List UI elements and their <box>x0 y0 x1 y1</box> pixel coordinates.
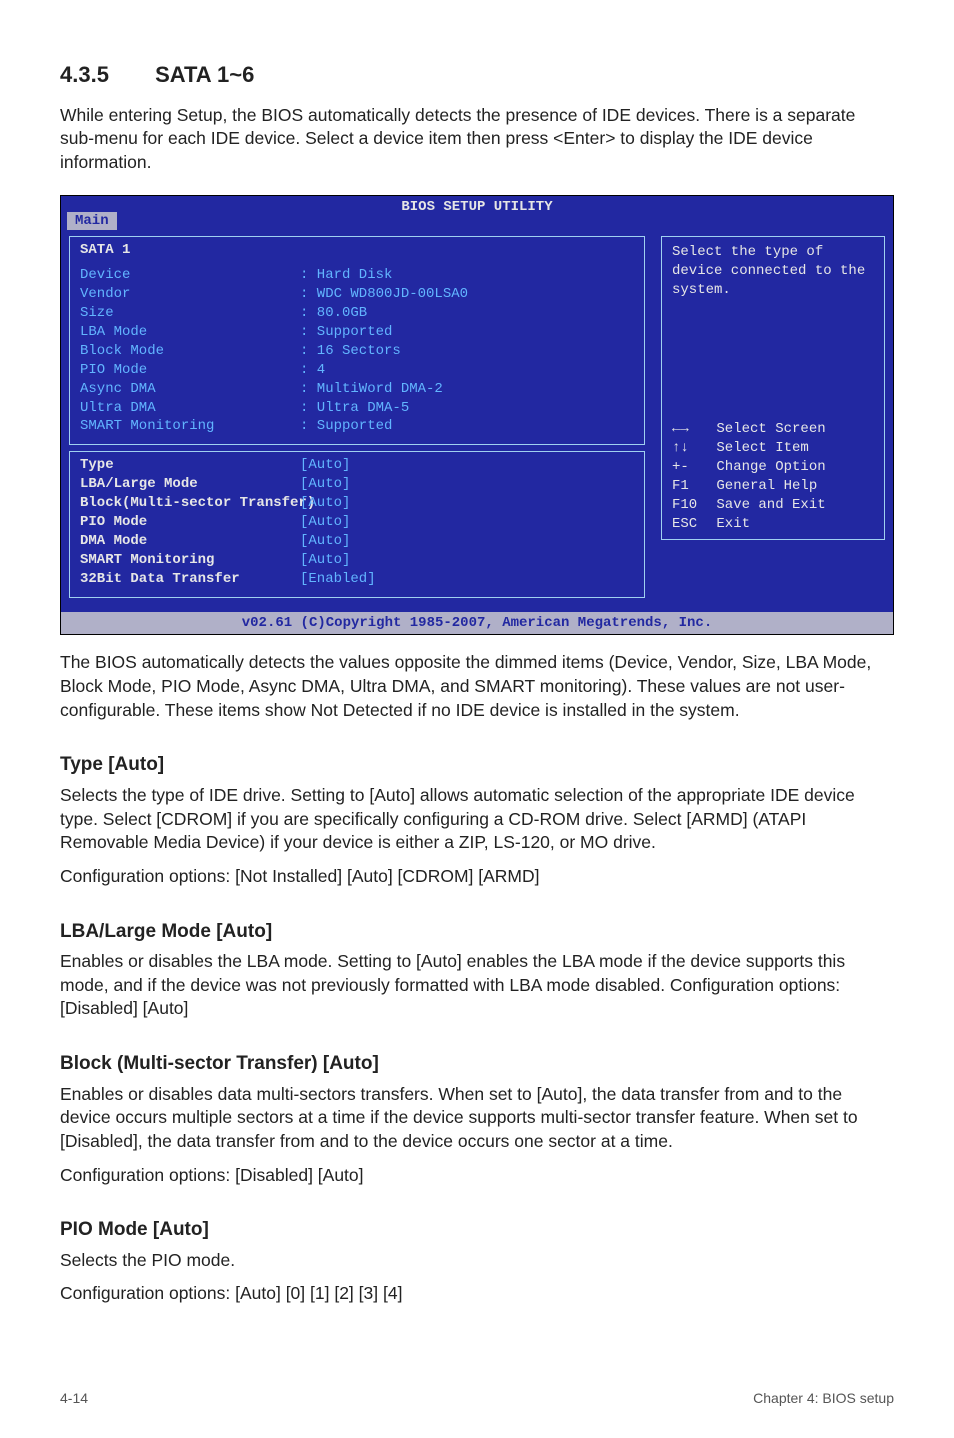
chapter-label: Chapter 4: BIOS setup <box>753 1389 894 1408</box>
lba-heading: LBA/Large Mode [Auto] <box>60 919 894 945</box>
bios-info-label: LBA Mode <box>80 323 300 342</box>
bios-titlebar: BIOS SETUP UTILITY Main <box>61 196 893 219</box>
bios-footkey-key: +- <box>672 458 708 477</box>
bios-footkey-key: ←→ <box>672 420 708 439</box>
bios-config-label: Block(Multi-sector Transfer) <box>80 494 300 513</box>
bios-info-value: : 4 <box>300 361 325 380</box>
block-paragraph-2: Configuration options: [Disabled] [Auto] <box>60 1164 894 1188</box>
bios-info-label: Block Mode <box>80 342 300 361</box>
lba-paragraph: Enables or disables the LBA mode. Settin… <box>60 950 894 1021</box>
bios-config-label: PIO Mode <box>80 513 300 532</box>
bios-title: BIOS SETUP UTILITY <box>401 199 552 215</box>
bios-config-label: LBA/Large Mode <box>80 475 300 494</box>
bios-info-value: : MultiWord DMA-2 <box>300 380 443 399</box>
bios-info-row: Async DMA: MultiWord DMA-2 <box>80 380 634 399</box>
bios-info-value: : Hard Disk <box>300 266 392 285</box>
bios-info-value: : 80.0GB <box>300 304 367 323</box>
after-bios-paragraph: The BIOS automatically detects the value… <box>60 651 894 722</box>
bios-config-value[interactable]: [Auto] <box>300 513 350 532</box>
bios-config-value[interactable]: [Auto] <box>300 532 350 551</box>
bios-info-row: Device: Hard Disk <box>80 266 634 285</box>
bios-footkey-key: F10 <box>672 496 708 515</box>
bios-config-box: Type[Auto]LBA/Large Mode[Auto]Block(Mult… <box>69 451 645 597</box>
pio-paragraph-2: Configuration options: [Auto] [0] [1] [2… <box>60 1282 894 1306</box>
bios-config-value[interactable]: [Auto] <box>300 494 350 513</box>
bios-info-row: Size: 80.0GB <box>80 304 634 323</box>
bios-info-row: PIO Mode: 4 <box>80 361 634 380</box>
type-heading: Type [Auto] <box>60 752 894 778</box>
intro-paragraph: While entering Setup, the BIOS automatic… <box>60 104 894 175</box>
bios-config-label: Type <box>80 456 300 475</box>
bios-footkey-label: Select Item <box>708 440 809 456</box>
bios-help-text: Select the type of device connected to t… <box>672 243 874 300</box>
bios-config-row[interactable]: PIO Mode[Auto] <box>80 513 634 532</box>
page-number: 4-14 <box>60 1389 88 1408</box>
type-paragraph-1: Selects the type of IDE drive. Setting t… <box>60 784 894 855</box>
bios-footkey-label: Select Screen <box>708 421 826 437</box>
bios-info-value: : Ultra DMA-5 <box>300 399 409 418</box>
bios-info-label: PIO Mode <box>80 361 300 380</box>
bios-info-label: Device <box>80 266 300 285</box>
pio-heading: PIO Mode [Auto] <box>60 1217 894 1243</box>
bios-config-value[interactable]: [Auto] <box>300 551 350 570</box>
bios-info-row: LBA Mode: Supported <box>80 323 634 342</box>
page-footer: 4-14 Chapter 4: BIOS setup <box>60 1369 894 1408</box>
section-title: SATA 1~6 <box>155 62 254 87</box>
bios-info-value: : WDC WD800JD-00LSA0 <box>300 285 468 304</box>
type-paragraph-2: Configuration options: [Not Installed] [… <box>60 865 894 889</box>
bios-info-value: : Supported <box>300 323 392 342</box>
bios-config-label: SMART Monitoring <box>80 551 300 570</box>
bios-info-label: Async DMA <box>80 380 300 399</box>
block-heading: Block (Multi-sector Transfer) [Auto] <box>60 1051 894 1077</box>
bios-footkey-key: F1 <box>672 477 708 496</box>
bios-config-value[interactable]: [Auto] <box>300 475 350 494</box>
bios-info-label: Vendor <box>80 285 300 304</box>
bios-info-box: SATA 1 Device: Hard DiskVendor: WDC WD80… <box>69 236 645 445</box>
bios-info-value: : Supported <box>300 417 392 436</box>
bios-footkey: ESC Exit <box>672 515 874 534</box>
bios-footkey-label: Change Option <box>708 459 826 475</box>
bios-config-row[interactable]: DMA Mode[Auto] <box>80 532 634 551</box>
bios-footkey: F1 General Help <box>672 477 874 496</box>
bios-config-value[interactable]: [Auto] <box>300 456 350 475</box>
bios-config-row[interactable]: Block(Multi-sector Transfer)[Auto] <box>80 494 634 513</box>
section-number: 4.3.5 <box>60 60 109 90</box>
bios-info-value: : 16 Sectors <box>300 342 401 361</box>
bios-copyright-footer: v02.61 (C)Copyright 1985-2007, American … <box>61 612 893 635</box>
bios-footkey-label: General Help <box>708 478 817 494</box>
bios-info-label: SMART Monitoring <box>80 417 300 436</box>
bios-footkey: F10 Save and Exit <box>672 496 874 515</box>
bios-footkey-label: Save and Exit <box>708 497 826 513</box>
bios-info-row: Vendor: WDC WD800JD-00LSA0 <box>80 285 634 304</box>
bios-tab-main[interactable]: Main <box>67 212 117 231</box>
bios-footkey: ↑↓ Select Item <box>672 439 874 458</box>
bios-config-row[interactable]: LBA/Large Mode[Auto] <box>80 475 634 494</box>
bios-footkey-key: ↑↓ <box>672 439 708 458</box>
bios-config-value[interactable]: [Enabled] <box>300 570 376 589</box>
bios-screenshot: BIOS SETUP UTILITY Main SATA 1 Device: H… <box>60 195 894 636</box>
bios-config-row[interactable]: SMART Monitoring[Auto] <box>80 551 634 570</box>
bios-config-label: DMA Mode <box>80 532 300 551</box>
bios-info-label: Size <box>80 304 300 323</box>
bios-panel-title: SATA 1 <box>80 241 634 260</box>
bios-info-row: SMART Monitoring: Supported <box>80 417 634 436</box>
bios-help-box: Select the type of device connected to t… <box>661 236 885 540</box>
bios-footkey-key: ESC <box>672 515 708 534</box>
bios-config-row[interactable]: 32Bit Data Transfer[Enabled] <box>80 570 634 589</box>
block-paragraph-1: Enables or disables data multi-sectors t… <box>60 1083 894 1154</box>
bios-info-label: Ultra DMA <box>80 399 300 418</box>
bios-footkey: ←→ Select Screen <box>672 420 874 439</box>
section-heading: 4.3.5 SATA 1~6 <box>60 60 894 90</box>
bios-info-row: Ultra DMA: Ultra DMA-5 <box>80 399 634 418</box>
bios-info-row: Block Mode: 16 Sectors <box>80 342 634 361</box>
bios-footkey: +- Change Option <box>672 458 874 477</box>
bios-config-row[interactable]: Type[Auto] <box>80 456 634 475</box>
bios-config-label: 32Bit Data Transfer <box>80 570 300 589</box>
pio-paragraph-1: Selects the PIO mode. <box>60 1249 894 1273</box>
bios-footkey-label: Exit <box>708 516 750 532</box>
